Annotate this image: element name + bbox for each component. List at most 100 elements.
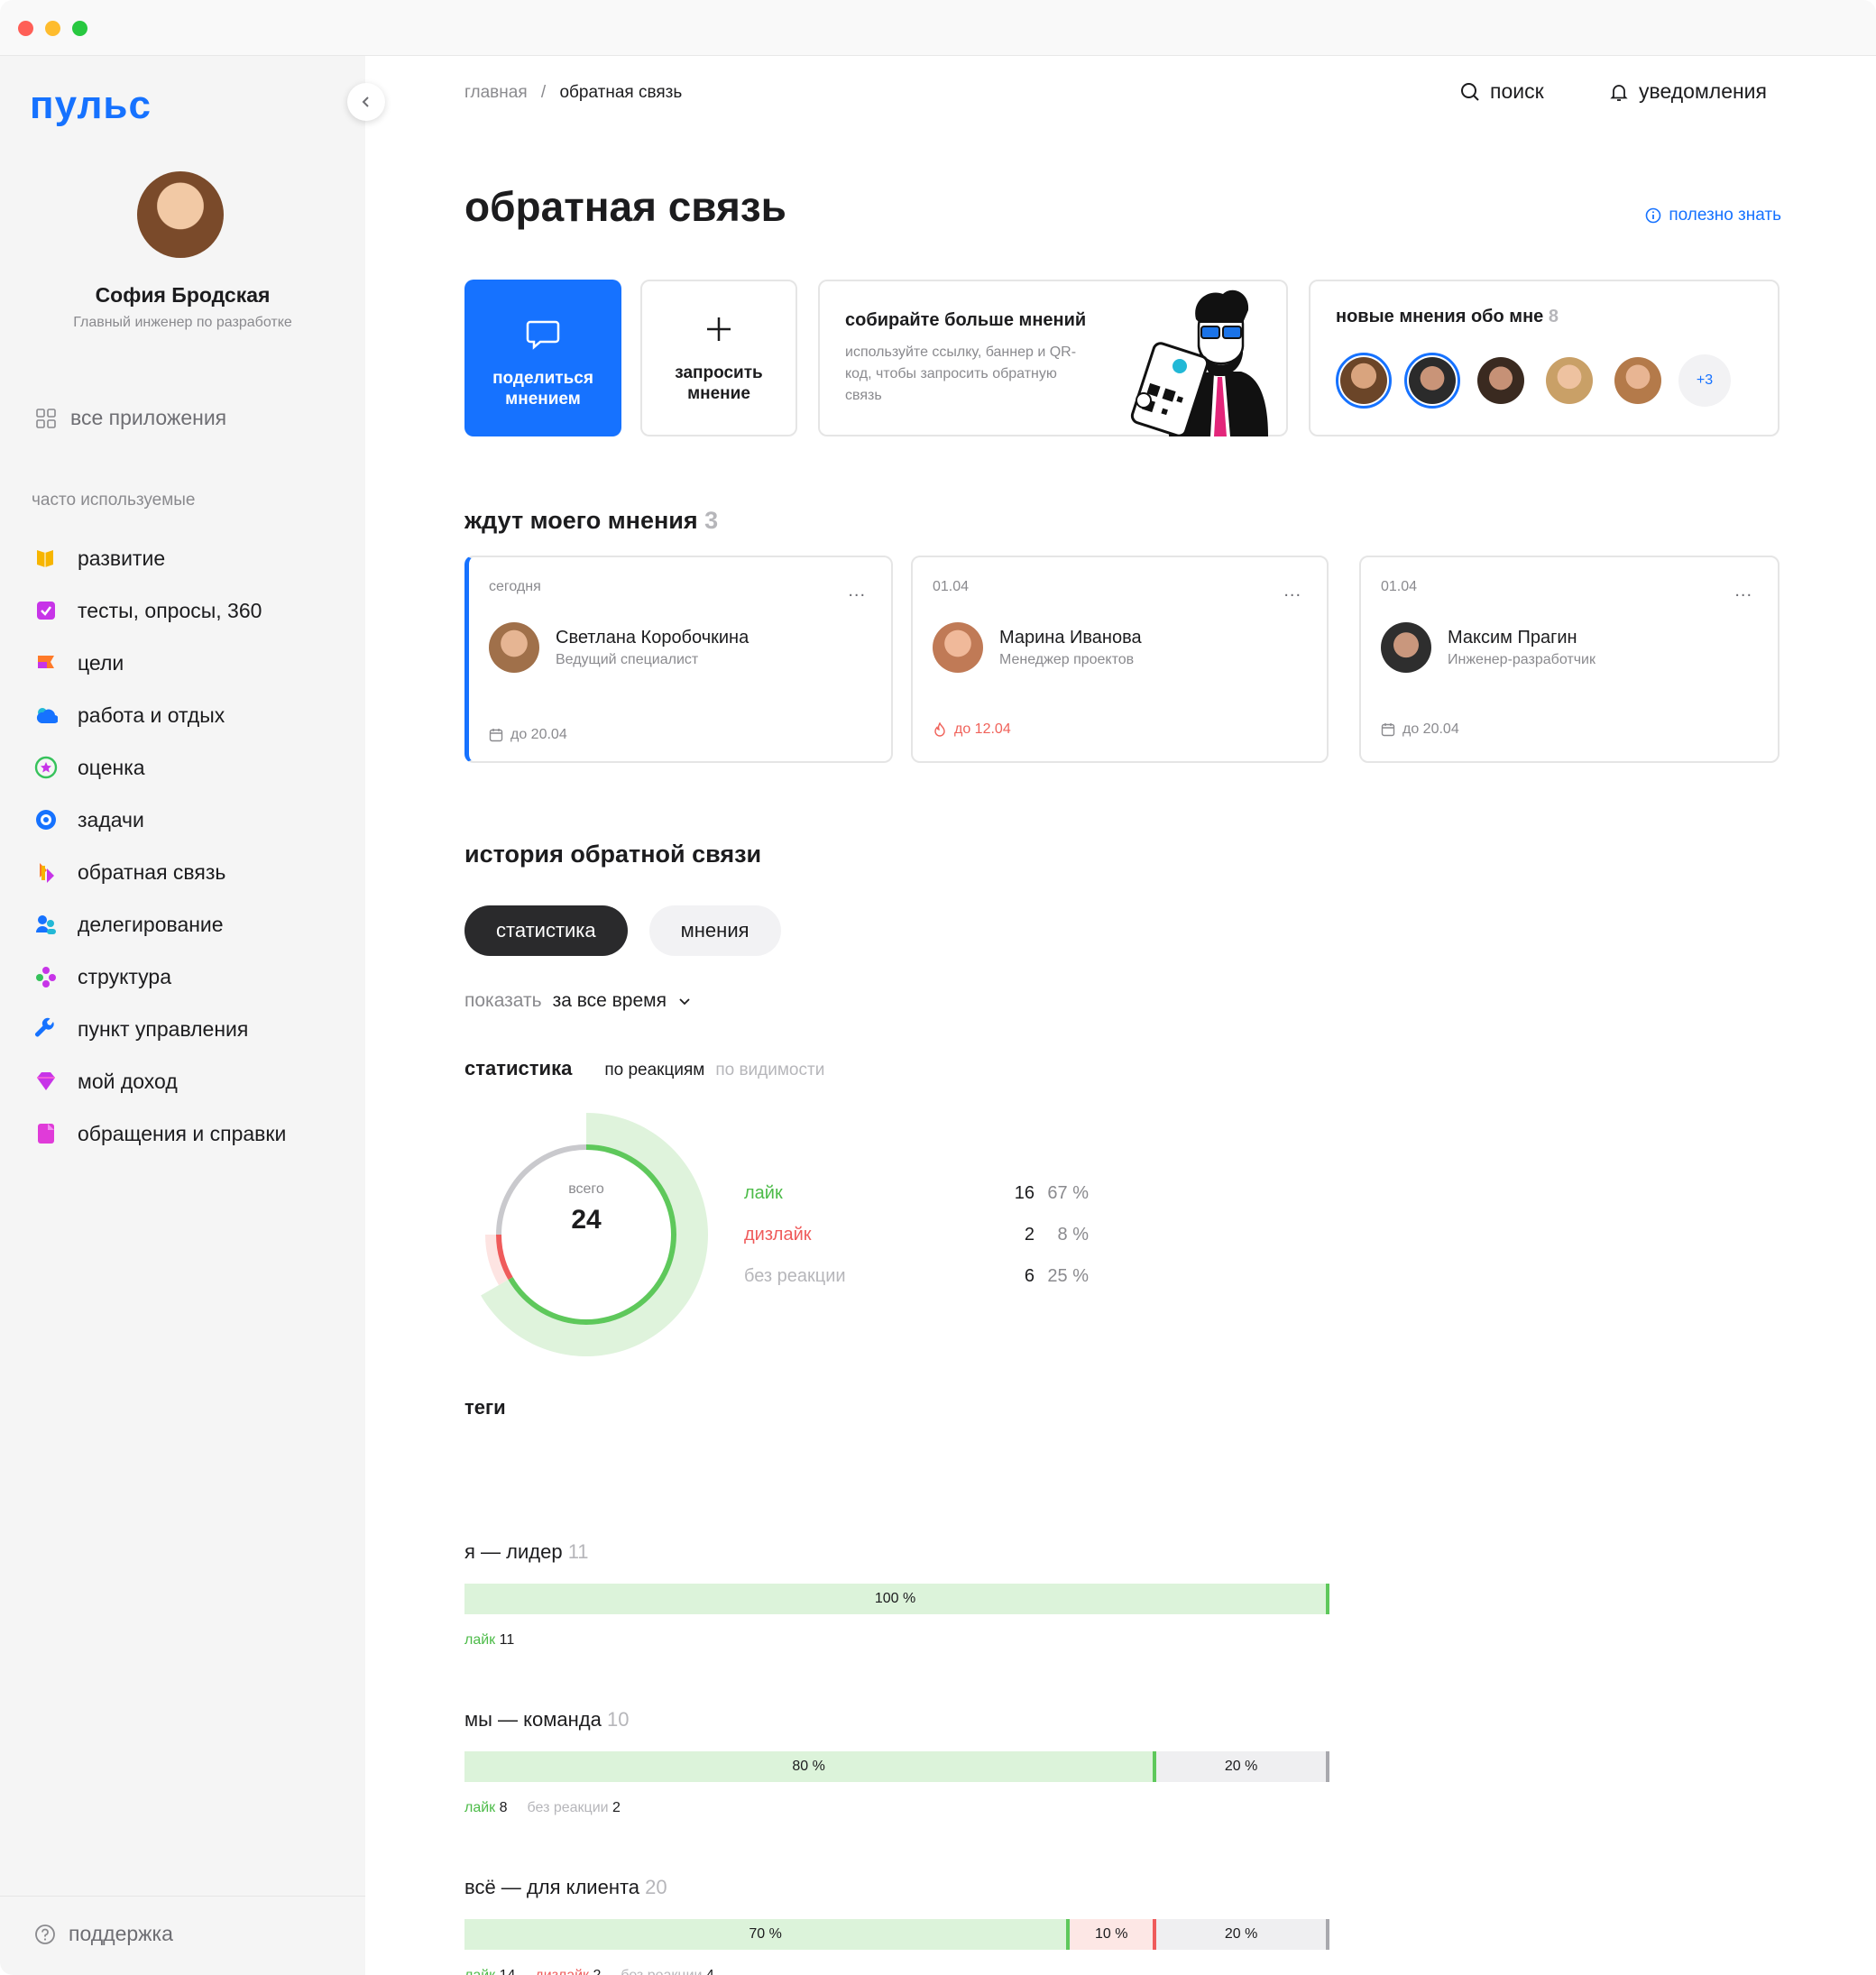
sidebar-item-3[interactable]: цели [34,637,286,689]
breadcrumb-home[interactable]: главная [464,83,528,102]
breadcrumb-current: обратная связь [559,83,683,102]
maximize-window-button[interactable] [72,21,87,36]
tag-dislike-count: 2 [593,1968,601,1975]
close-window-button[interactable] [18,21,33,36]
frequent-label: часто используемые [32,491,196,510]
useful-info-link[interactable]: полезно знать [1645,206,1781,225]
sidebar-item-5[interactable]: оценка [34,741,286,794]
chevron-down-icon [679,998,690,1006]
share-opinion-label: поделиться мнением [492,369,593,409]
sidebar-item-label: обращения и справки [78,1121,287,1145]
tag-none-count: 4 [706,1968,714,1975]
sidebar-item-10[interactable]: пункт управления [34,1003,286,1055]
tag-bar-dislike-segment: 10 % [1070,1919,1157,1950]
sidebar-item-2[interactable]: тесты, опросы, 360 [34,584,286,637]
support-link[interactable]: поддержка [0,1896,365,1971]
waiting-card[interactable]: сегодня ... Светлана Коробочкина Ведущий … [464,556,893,763]
legend-percent: 8 % [1057,1224,1089,1245]
plus-icon [707,317,731,341]
sidebar: пульс София Бродская Главный инженер по … [0,56,385,1975]
new-opinions-title: новые мнения обо мне 8 [1336,307,1752,327]
sidebar-item-label: работа и отдых [78,703,225,727]
sidebar-item-11[interactable]: мой доход [34,1055,286,1107]
avatar[interactable] [1610,353,1666,409]
all-apps-link[interactable]: все приложения [36,406,226,430]
card-menu-button[interactable]: ... [1283,581,1301,602]
tab-statistics[interactable]: статистика [464,905,628,956]
share-opinion-button[interactable]: поделиться мнением [464,280,621,436]
user-avatar[interactable] [137,171,224,258]
sidebar-item-4[interactable]: работа и отдых [34,689,286,741]
useful-info-label: полезно знать [1669,206,1781,225]
chat-icon [526,320,560,350]
sidebar-item-label: обратная связь [78,859,226,884]
tag-title: мы — команда 10 [464,1708,629,1732]
sidebar-item-12[interactable]: обращения и справки [34,1107,286,1160]
waiting-card-role: Ведущий специалист [556,651,699,667]
waiting-card-name: Светлана Коробочкина [556,627,749,648]
tab-opinions[interactable]: мнения [648,905,781,956]
stats-by-reactions-tab[interactable]: по реакциям [604,1061,704,1080]
legend-count: 6 [1024,1265,1035,1286]
card-menu-button[interactable]: ... [1734,581,1752,602]
avatar[interactable] [1404,353,1460,409]
avatar[interactable] [1336,353,1392,409]
waiting-card-role: Менеджер проектов [999,651,1135,667]
period-filter-value: за все время [552,990,667,1011]
structure-icon [34,965,58,988]
avatar[interactable] [1541,353,1597,409]
sidebar-nav: развитие тесты, опросы, 360 цели работа и о… [34,532,286,1160]
calendar-icon [1381,723,1395,737]
sidebar-item-label: структура [78,964,172,988]
waiting-card-due: до 12.04 [933,721,1011,738]
card-menu-button[interactable]: ... [848,581,866,602]
legend-count: 2 [1024,1224,1035,1245]
tag-none-label: без реакции [621,1968,702,1975]
promo-card[interactable]: собирайте больше мнений используйте ссыл… [818,280,1288,436]
document-icon [34,1122,58,1145]
notifications-button[interactable]: уведомления [1608,79,1767,104]
legend-row: дизлайк 2 8 % [744,1214,1089,1255]
sidebar-item-7[interactable]: обратная связь [34,846,286,898]
breadcrumb: главная / обратная связь [464,83,682,103]
stats-by-visibility-tab[interactable]: по видимости [715,1061,824,1080]
people-icon [34,913,58,936]
search-icon [1461,82,1479,101]
sidebar-item-9[interactable]: структура [34,951,286,1003]
new-opinions-count: 8 [1548,307,1559,326]
waiting-label: ждут моего мнения [464,507,698,534]
new-opinions-card[interactable]: новые мнения обо мне 8 +3 [1309,280,1779,436]
tag-legend: лайк 11 [464,1632,514,1649]
tag-bar-like-segment: 80 % [464,1751,1157,1782]
sidebar-item-6[interactable]: задачи [34,794,286,846]
history-tabs: статистика мнения [464,905,781,956]
waiting-card-date: сегодня [489,579,541,594]
stats-header: статистика по реакциям по видимости [464,1057,824,1080]
flag-icon [34,651,58,675]
app-logo[interactable]: пульс [30,83,152,128]
more-avatars-badge[interactable]: +3 [1678,354,1731,407]
period-filter-label: показать [464,990,542,1011]
waiting-card-due-text: до 12.04 [954,721,1011,737]
request-opinion-button[interactable]: запросить мнение [640,280,797,436]
sidebar-item-label: задачи [78,807,144,831]
search-button[interactable]: поиск [1459,79,1544,104]
period-filter[interactable]: показать за все время [464,990,692,1012]
waiting-card[interactable]: 01.04 ... Максим Прагин Инженер-разработч… [1359,556,1779,763]
waiting-count: 3 [704,507,719,534]
chevron-left-icon [362,96,369,107]
tag-bar-like-segment: 70 % [464,1919,1071,1950]
waiting-card-due: до 20.04 [1381,721,1459,738]
avatar [489,622,539,673]
avatar[interactable] [1473,353,1529,409]
sidebar-item-8[interactable]: делегирование [34,898,286,951]
collapse-sidebar-button[interactable] [347,83,385,121]
waiting-card[interactable]: 01.04 ... Марина Иванова Менеджер проекто… [911,556,1329,763]
minimize-window-button[interactable] [45,21,60,36]
sidebar-item-1[interactable]: развитие [34,532,286,584]
waiting-card-person: Максим Прагин Инженер-разработчик [1381,622,1758,673]
tag-like-count: 11 [499,1632,515,1648]
search-label: поиск [1490,79,1544,103]
avatar [933,622,983,673]
grid-icon [36,408,56,428]
